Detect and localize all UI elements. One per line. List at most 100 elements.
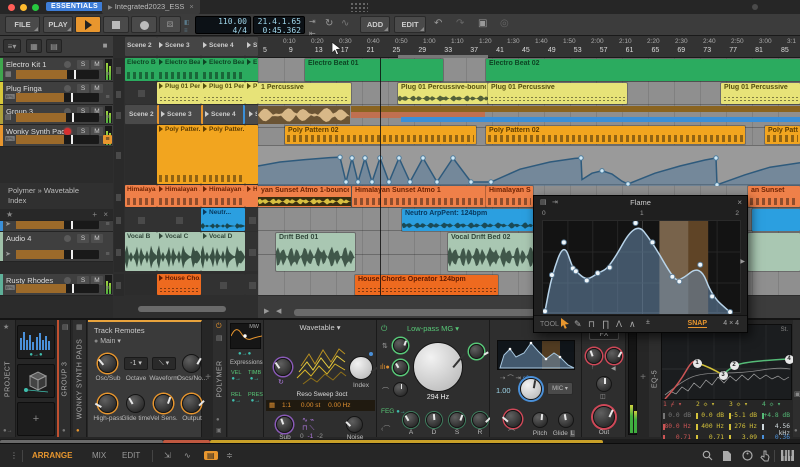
mod-unit-button[interactable]: MIC ▾	[547, 382, 573, 395]
stop-cell[interactable]	[114, 185, 124, 208]
arranger-clip[interactable]: Drift Bed 01	[276, 233, 355, 271]
output-knob[interactable]	[182, 394, 204, 413]
mute-button[interactable]: M	[91, 234, 103, 243]
arranger-clip[interactable]	[752, 209, 800, 231]
oscs-no--knob[interactable]	[182, 354, 201, 373]
clip-slot[interactable]	[125, 125, 157, 184]
wonky-active-icon[interactable]: ●	[76, 428, 80, 434]
solo-button[interactable]: S	[77, 84, 89, 93]
project-tab[interactable]: ▶ Integrated2023_ESS ×	[102, 0, 200, 14]
launcher-scrollbar[interactable]	[138, 306, 226, 312]
snap-toggle[interactable]: SNAP	[687, 320, 707, 328]
track-row[interactable]: Wonky Synth Pads S M ⌨ ≡	[0, 125, 113, 147]
group-scene-cell[interactable]: Scene 4	[201, 105, 245, 124]
record-button[interactable]	[131, 16, 157, 33]
tab-mix[interactable]: MIX	[92, 451, 106, 460]
flame-envelope-editor[interactable]	[542, 220, 742, 314]
wavetable-3d-display[interactable]	[295, 340, 347, 390]
arm-button[interactable]	[64, 277, 71, 284]
vel-sens--knob[interactable]	[154, 394, 173, 413]
group-scene-cell[interactable]: Scene 2	[125, 105, 157, 124]
remotes-page-select[interactable]: ● Main ▾	[94, 337, 121, 345]
pencil-tool-icon[interactable]: ✎	[574, 319, 582, 330]
project-panel-tab[interactable]: ★ PROJECT ●→	[0, 320, 16, 437]
scroll-right-icon[interactable]: ▶	[264, 307, 269, 315]
fx-mix-knob[interactable]	[596, 376, 612, 392]
arranger-clip[interactable]: Neutro ArpPent: 124bpm	[402, 209, 533, 231]
launcher-clip[interactable]: Vocal C	[157, 232, 201, 271]
volume-fader[interactable]	[16, 250, 99, 259]
filter-knob-2[interactable]	[393, 360, 408, 375]
modulator-mini-display[interactable]	[497, 340, 575, 370]
arm-button[interactable]	[64, 61, 71, 68]
filter-knob-1[interactable]	[393, 338, 408, 353]
project-star-icon[interactable]: ★	[3, 323, 9, 331]
scene-header[interactable]: S	[245, 37, 258, 56]
eq-gain-value[interactable]: 0.0 dB	[694, 412, 726, 419]
waveform-select[interactable]: ⟍ ▾	[152, 357, 176, 370]
flip-shape-icon[interactable]: ±	[646, 319, 650, 326]
sub-waveform-icons[interactable]: ∿⌁ ⊓⟍	[302, 416, 316, 433]
volume-fader[interactable]	[16, 70, 99, 79]
volume-fader[interactable]	[16, 284, 99, 293]
arranger-clip[interactable]: yan Sunset Atmo 1-bounce-	[258, 186, 351, 207]
launcher-clip[interactable]: Himalayan ...	[157, 185, 201, 207]
polymer-power-icon[interactable]: ⏻	[216, 323, 222, 331]
arranger-clip[interactable]: Plug 01 Percussive	[721, 83, 800, 104]
loop-icon[interactable]: ↻	[325, 18, 333, 30]
clip-slot[interactable]	[245, 208, 258, 231]
duplicate-icon[interactable]: ▣	[478, 18, 487, 30]
stop-cell[interactable]	[114, 82, 124, 105]
arranger-clip[interactable]: Himalayan Sun	[486, 186, 533, 207]
eq-band-header[interactable]: 3 ◇ ▾	[727, 401, 759, 408]
wavetable-loop-icon[interactable]: ↻	[278, 378, 284, 386]
stop-button[interactable]	[103, 16, 129, 33]
arranger-clip[interactable]: House Chords Operator 124bpm	[355, 275, 498, 295]
stop-cell[interactable]	[114, 232, 124, 272]
arranger-clip[interactable]: an Sunset	[748, 186, 800, 207]
arranger-clip[interactable]: Himalayan Sunset Atmo 1	[352, 186, 486, 207]
project-thumbnail-spectrum[interactable]: ●→●	[17, 325, 55, 359]
favorite-icon[interactable]: ★	[6, 210, 13, 219]
feg-r-knob[interactable]	[472, 412, 491, 428]
arm-button[interactable]	[64, 85, 71, 92]
eq-node-1[interactable]: 1	[692, 358, 702, 368]
track-row[interactable]: Electro Kit 1 S M ▦ ≡	[0, 58, 113, 82]
glide-time-knob[interactable]	[126, 394, 145, 413]
track-row[interactable]: Audio 4 S M ➤ ≡	[0, 232, 113, 262]
mute-button[interactable]: M	[91, 84, 103, 93]
launcher-clip[interactable]: Hi	[245, 185, 258, 207]
eq-gain-value[interactable]: 0.0 dB	[661, 412, 693, 419]
expression-pres[interactable]: PRES ●→	[248, 392, 263, 404]
snap-grid-value[interactable]: 4 × 4	[723, 320, 739, 327]
arranger-clip[interactable]: Poly Pattern 02	[486, 126, 745, 144]
osc-sub-knob[interactable]	[97, 354, 117, 373]
zoom-window-button[interactable]	[32, 4, 39, 11]
cutoff-knob[interactable]	[413, 342, 466, 392]
flame-close-icon[interactable]: ×	[737, 198, 742, 207]
out-knob[interactable]	[593, 406, 615, 428]
launcher-clip[interactable]: Vocal D	[201, 232, 245, 271]
triangle-shape-icon[interactable]: ∧	[629, 319, 636, 330]
filter-title[interactable]: Low-pass MG ▾	[377, 324, 489, 333]
touch-icon[interactable]	[760, 450, 770, 462]
layout-toggle-2-icon[interactable]: ▤	[46, 39, 62, 53]
add-lane-icon[interactable]: +	[92, 210, 97, 219]
flame-ruler[interactable]: 0 1 2	[542, 210, 739, 219]
track-row[interactable]: Plug Finga S M ⌨ ≡	[0, 82, 113, 105]
filter-knob-3[interactable]	[393, 382, 408, 397]
ramp-shape-icon[interactable]: Λ	[616, 319, 622, 329]
mixer-panel-icon[interactable]: ≑	[226, 451, 233, 460]
launcher-clip[interactable]: Pl	[245, 82, 258, 104]
flame-play-icon[interactable]: ▶	[740, 258, 745, 265]
launcher-clip[interactable]: Electro Bea...	[201, 58, 245, 81]
glide-knob[interactable]	[558, 412, 574, 428]
expression-timb[interactable]: TIMB ●→	[248, 370, 261, 382]
launcher-clip[interactable]: Vocal B	[125, 232, 157, 271]
arranger-clip[interactable]: Electro Beat 02	[486, 59, 800, 81]
clip-slot[interactable]	[245, 232, 258, 271]
polymer-expand-icon[interactable]: ▣	[216, 427, 222, 434]
tab-close-icon[interactable]: ×	[189, 2, 193, 11]
browser-panel-icon[interactable]: ▤	[204, 451, 218, 460]
close-lane-icon[interactable]: ×	[103, 210, 108, 219]
